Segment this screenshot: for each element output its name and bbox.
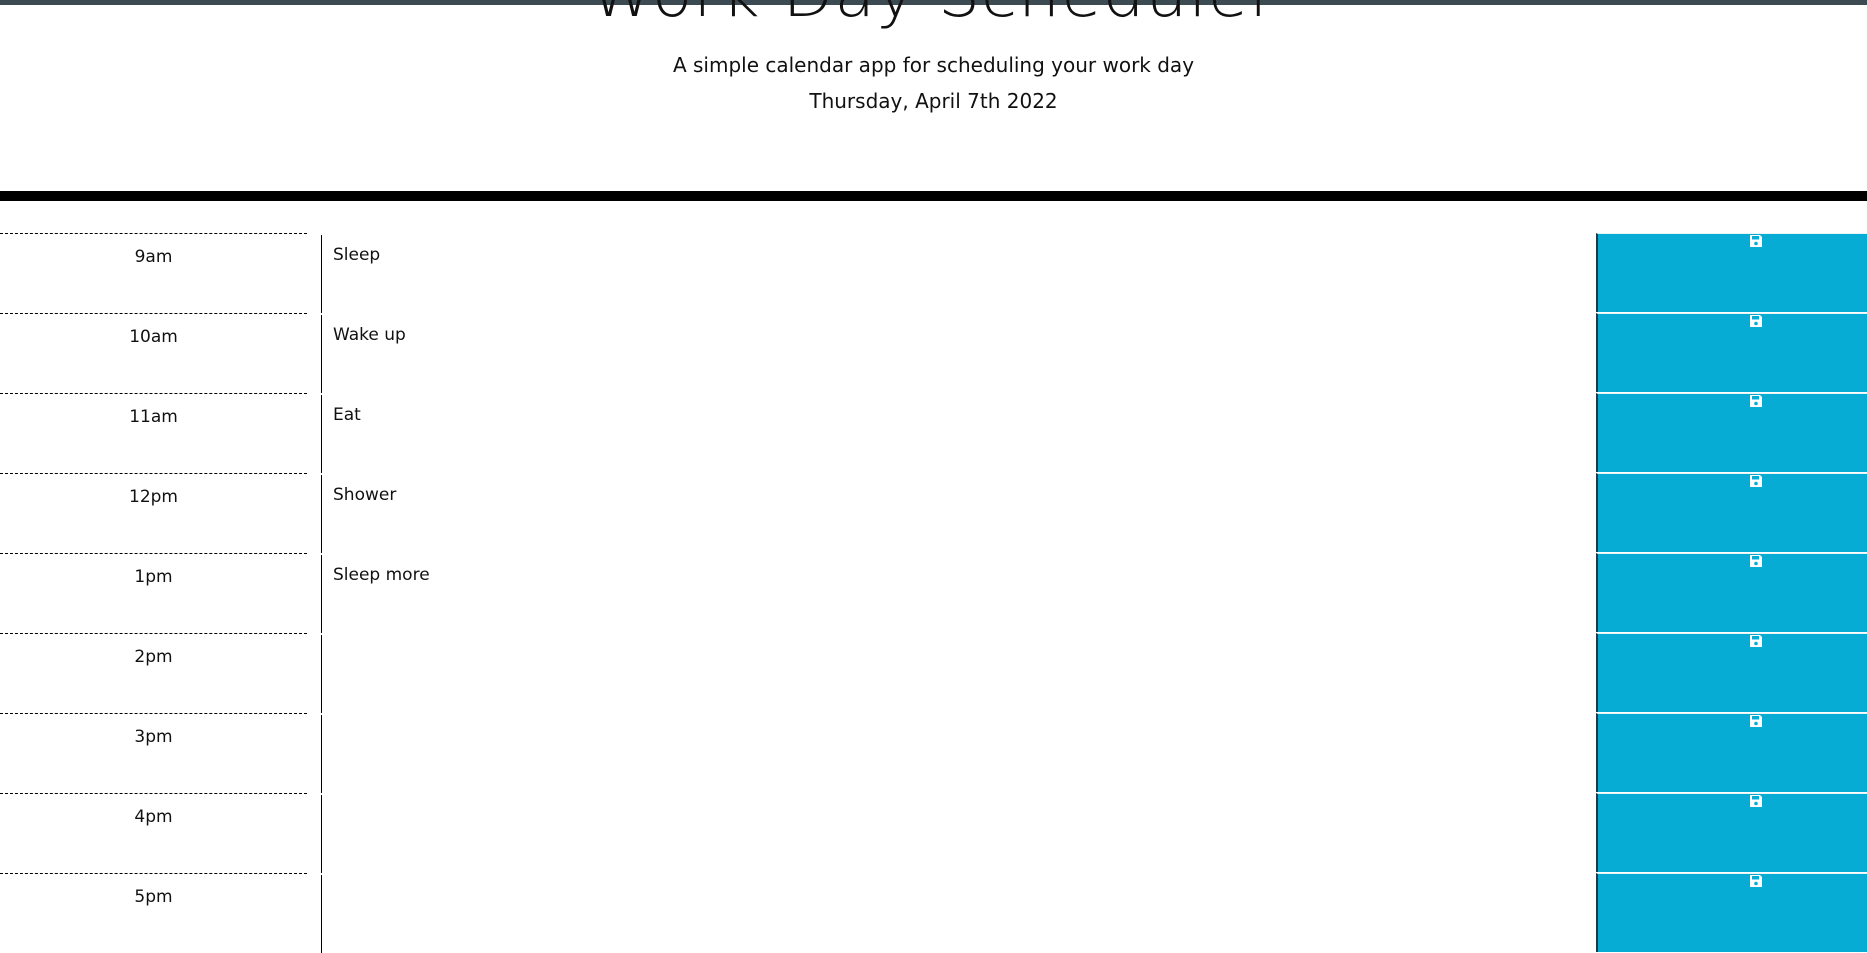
time-block-row: 2pm [0, 633, 1867, 713]
save-button[interactable] [1596, 233, 1867, 312]
save-button[interactable] [1596, 473, 1867, 552]
description-textarea[interactable]: Wake up [321, 315, 1596, 393]
hour-text: 2pm [134, 647, 173, 667]
hour-text: 1pm [134, 567, 173, 587]
time-block-row: 12pm Shower [0, 473, 1867, 553]
save-button[interactable] [1596, 793, 1867, 872]
description-textarea[interactable]: Shower [321, 475, 1596, 553]
floppy-disk-icon [1750, 635, 1762, 647]
current-date: Thursday, April 7th 2022 [809, 89, 1058, 113]
save-button[interactable] [1596, 313, 1867, 392]
hour-text: 10am [129, 327, 178, 347]
save-button[interactable] [1596, 393, 1867, 472]
hour-label: 5pm [0, 873, 307, 953]
save-button[interactable] [1596, 713, 1867, 792]
hour-label: 3pm [0, 713, 307, 793]
hour-text: 5pm [134, 887, 173, 907]
floppy-disk-icon [1750, 235, 1762, 247]
description-textarea[interactable]: Eat [321, 395, 1596, 473]
floppy-disk-icon [1750, 395, 1762, 407]
time-block-row: 9am Sleep [0, 233, 1867, 313]
hour-text: 11am [129, 407, 178, 427]
time-block-row: 10am Wake up [0, 313, 1867, 393]
hour-text: 12pm [129, 487, 178, 507]
hour-text: 3pm [134, 727, 173, 747]
floppy-disk-icon [1750, 475, 1762, 487]
description-textarea[interactable]: Sleep [321, 235, 1596, 313]
time-block-row: 1pm Sleep more [0, 553, 1867, 633]
hour-text: 9am [134, 247, 173, 267]
page-title: Work Day Scheduler [0, 0, 1867, 34]
floppy-disk-icon [1750, 315, 1762, 327]
hour-label: 10am [0, 313, 307, 393]
save-button[interactable] [1596, 633, 1867, 712]
schedule-container: 9am Sleep 10am Wake up 11am Eat 12pm Sho… [0, 233, 1867, 953]
header: Work Day Scheduler A simple calendar app… [0, 0, 1867, 192]
floppy-disk-icon [1750, 715, 1762, 727]
save-button[interactable] [1596, 873, 1867, 952]
floppy-disk-icon [1750, 555, 1762, 567]
time-block-row: 11am Eat [0, 393, 1867, 473]
floppy-disk-icon [1750, 795, 1762, 807]
floppy-disk-icon [1750, 875, 1762, 887]
header-divider [0, 191, 1867, 201]
time-block-row: 4pm [0, 793, 1867, 873]
hour-label: 11am [0, 393, 307, 473]
hour-label: 4pm [0, 793, 307, 873]
hour-text: 4pm [134, 807, 173, 827]
description-textarea[interactable] [321, 715, 1596, 793]
page-subtitle: A simple calendar app for scheduling you… [672, 53, 1195, 77]
description-textarea[interactable] [321, 875, 1596, 953]
hour-label: 2pm [0, 633, 307, 713]
hour-label: 12pm [0, 473, 307, 553]
time-block-row: 5pm [0, 873, 1867, 953]
save-button[interactable] [1596, 553, 1867, 632]
description-textarea[interactable]: Sleep more [321, 555, 1596, 633]
description-textarea[interactable] [321, 635, 1596, 713]
hour-label: 1pm [0, 553, 307, 633]
hour-label: 9am [0, 233, 307, 313]
description-textarea[interactable] [321, 795, 1596, 873]
time-block-row: 3pm [0, 713, 1867, 793]
